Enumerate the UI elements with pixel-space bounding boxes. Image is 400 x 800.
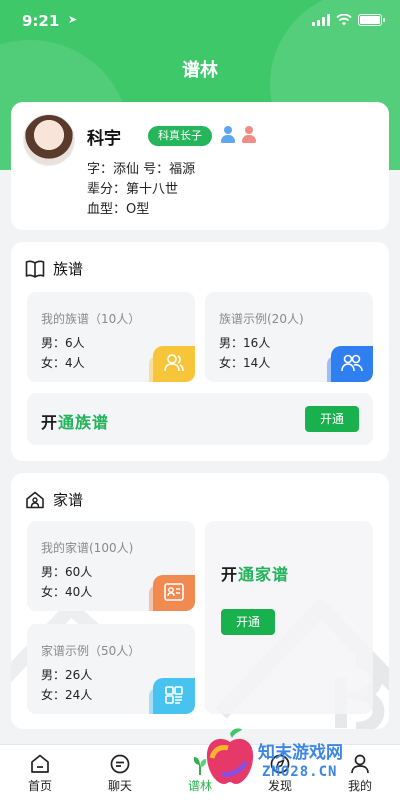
my-zupu-card[interactable]: 我的族谱（10人） 男：6人 女：4人	[27, 292, 195, 382]
my-jiapu-title: 我的家谱(100人)	[41, 541, 134, 555]
apple-logo-icon	[206, 728, 254, 784]
jiapu-section-header: 家谱	[25, 489, 83, 510]
grid-icon	[165, 686, 183, 704]
open-jiapu-button[interactable]: 开通	[221, 609, 275, 635]
house-icon	[26, 491, 44, 508]
my-jiapu-male: 男：60人	[41, 565, 93, 579]
watermark-domain: ZMO28.CN	[262, 764, 338, 780]
book-icon	[25, 260, 45, 278]
jiapu-example-female: 女：24人	[41, 688, 93, 702]
status-time: 9:21	[22, 12, 60, 30]
battery-icon	[358, 14, 385, 26]
tab-chat-label: 聊天	[107, 779, 132, 793]
male-person-icon	[221, 126, 235, 144]
status-bar: 9:21 ➤	[0, 0, 400, 44]
zupu-section-header: 族谱	[25, 258, 83, 279]
profile-card-badge	[153, 575, 195, 611]
zupu-section: 族谱 我的族谱（10人） 男：6人 女：4人 族谱示例(20人) 男：16人 女…	[11, 242, 389, 461]
female-person-icon	[242, 126, 256, 144]
people-badge	[153, 346, 195, 382]
jiapu-section-title: 家谱	[53, 491, 84, 509]
profile-name: 科宇	[87, 129, 121, 149]
tab-chat[interactable]: 聊天	[80, 745, 160, 800]
profile-tag: 科真长子	[148, 126, 212, 146]
open-zupu-button[interactable]: 开通	[305, 406, 359, 432]
my-jiapu-card[interactable]: 我的家谱(100人) 男：60人 女：40人	[27, 521, 195, 611]
page-title: 谱林	[182, 60, 218, 81]
tab-home-label: 首页	[27, 779, 52, 793]
chat-icon	[110, 754, 130, 774]
home-icon	[31, 754, 49, 773]
profile-generation: 辈分：第十八世	[87, 182, 179, 197]
zupu-example-card[interactable]: 族谱示例(20人) 男：16人 女：14人	[205, 292, 373, 382]
my-jiapu-female: 女：40人	[41, 585, 93, 599]
profile-zi-hao: 字：添仙 号：福源	[87, 162, 196, 177]
open-zupu-logo: 开通族谱	[41, 413, 110, 432]
zupu-section-title: 族谱	[53, 260, 84, 278]
location-arrow-icon: ➤	[68, 13, 78, 26]
my-zupu-title: 我的族谱（10人）	[41, 312, 141, 326]
jiapu-section: 家谱 我的家谱(100人) 男：60人 女：40人 家谱示例（50人） 男：26…	[11, 473, 389, 729]
zupu-example-male: 男：16人	[219, 336, 271, 350]
zupu-example-female: 女：14人	[219, 356, 271, 370]
site-watermark: 知末游戏网 ZMO28.CN	[200, 710, 400, 800]
open-zupu-banner[interactable]: 开通族谱 开通	[27, 393, 373, 445]
wifi-icon	[336, 14, 352, 26]
jiapu-example-title: 家谱示例（50人）	[41, 644, 141, 658]
watermark-site-name: 知末游戏网	[258, 743, 343, 763]
group-icon	[341, 354, 363, 372]
signal-icon	[312, 14, 330, 26]
group-badge	[331, 346, 373, 382]
tab-home[interactable]: 首页	[0, 745, 80, 800]
jiapu-example-male: 男：26人	[41, 668, 93, 682]
my-zupu-male: 男：6人	[41, 336, 85, 350]
profile-card[interactable]: 科宇 科真长子 字：添仙 号：福源 辈分：第十八世 血型：O型	[11, 102, 389, 230]
open-jiapu-logo: 开通家谱	[221, 565, 290, 584]
zupu-example-title: 族谱示例(20人)	[219, 312, 304, 326]
my-zupu-female: 女：4人	[41, 356, 85, 370]
profile-blood-type: 血型：O型	[87, 202, 150, 217]
people-icon	[164, 354, 184, 372]
jiapu-example-card[interactable]: 家谱示例（50人） 男：26人 女：24人	[27, 624, 195, 714]
avatar[interactable]	[23, 114, 75, 166]
id-card-icon	[164, 583, 184, 601]
status-icons	[312, 14, 385, 26]
open-jiapu-banner[interactable]: 开通家谱 开通	[205, 521, 373, 714]
grid-badge	[153, 678, 195, 714]
